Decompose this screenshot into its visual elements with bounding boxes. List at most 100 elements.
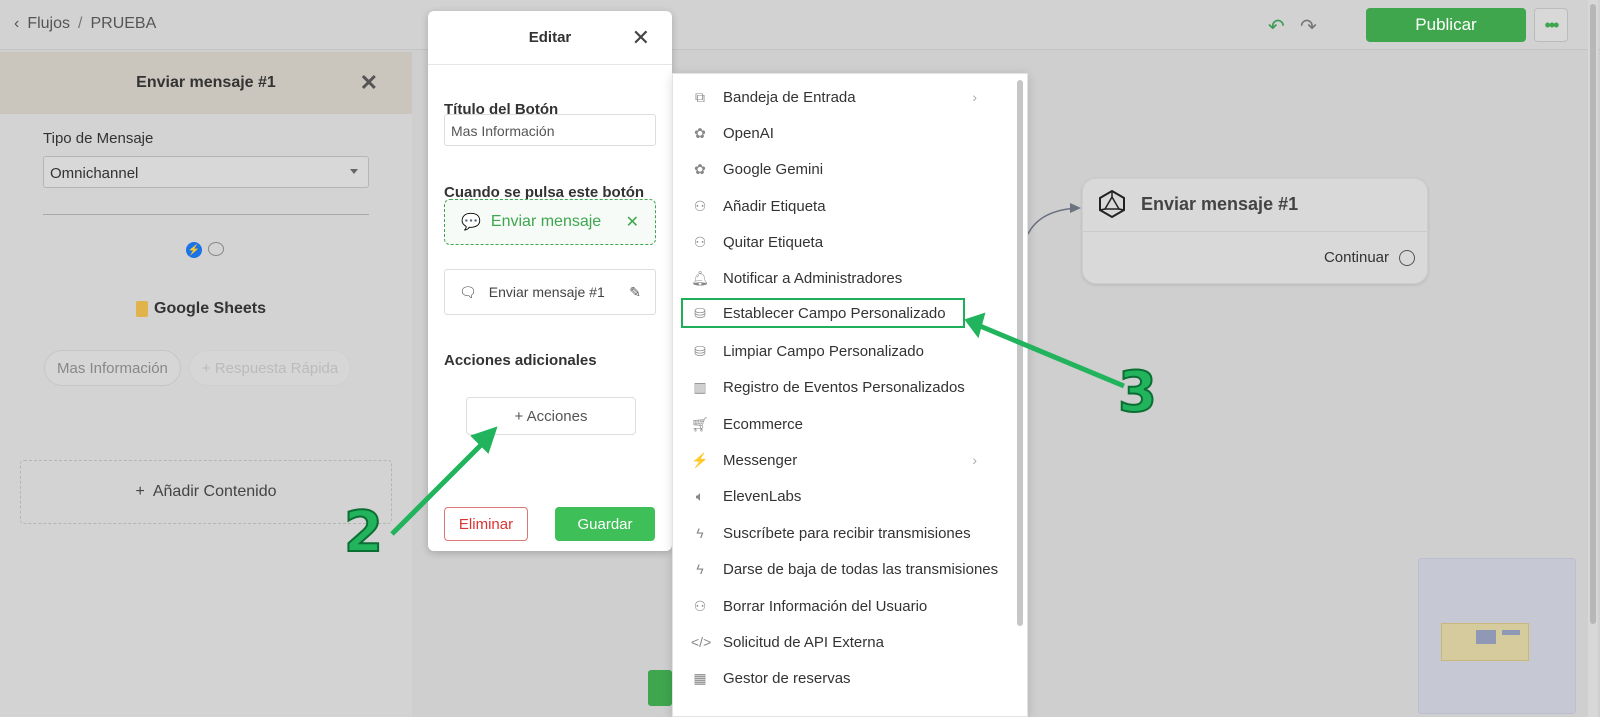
- message-type-value: Omnichannel: [50, 165, 139, 182]
- menu-item-label: Bandeja de Entrada: [723, 88, 856, 106]
- add-actions-button[interactable]: + Acciones: [466, 397, 636, 435]
- page-scrollbar[interactable]: [1588, 0, 1598, 717]
- target-node[interactable]: 🗨 Enviar mensaje #1 ✎: [444, 269, 656, 315]
- selected-action[interactable]: 💬 Enviar mensaje ✕: [444, 199, 656, 245]
- menu-item-anadir-etiqueta[interactable]: ⚇ Añadir Etiqueta: [691, 191, 1011, 221]
- menu-item-label: Limpiar Campo Personalizado: [723, 342, 924, 360]
- menu-item-suscribete-transmisiones[interactable]: ϟ Suscríbete para recibir transmisiones: [691, 518, 1011, 548]
- menu-item-ecommerce[interactable]: 🛒︎ Ecommerce: [691, 409, 1011, 439]
- publish-button[interactable]: Publicar: [1366, 8, 1526, 42]
- menu-item-google-gemini[interactable]: ✿ Google Gemini: [691, 154, 1011, 184]
- modal-header: Editar ✕: [428, 11, 672, 65]
- menu-item-label: Darse de baja de todas las transmisiones: [723, 560, 999, 578]
- bell-icon: 🔔︎: [691, 269, 709, 286]
- breadcrumb: ‹ Flujos / PRUEBA: [14, 15, 156, 33]
- menu-item-label: Quitar Etiqueta: [723, 233, 824, 251]
- menu-item-limpiar-campo-personalizado[interactable]: ⛁ Limpiar Campo Personalizado: [691, 336, 1011, 366]
- quick-reply-chips: Mas Información + Respuesta Rápida: [44, 350, 352, 386]
- google-sheets-block[interactable]: Google Sheets: [136, 300, 266, 318]
- user-tag-icon: ⚇: [693, 233, 707, 250]
- scrollbar-thumb[interactable]: [1590, 4, 1596, 624]
- close-icon[interactable]: ✕: [632, 25, 650, 51]
- close-icon[interactable]: ✕: [360, 70, 378, 96]
- menu-item-messenger[interactable]: ⚡ Messenger ›: [691, 445, 1011, 475]
- user-remove-icon: ⚇: [693, 597, 707, 614]
- menu-item-label: Notificar a Administradores: [723, 269, 903, 287]
- chat-bubbles-icon: 💬: [461, 214, 481, 231]
- breadcrumb-root[interactable]: Flujos: [27, 15, 70, 33]
- divider: [1083, 231, 1429, 232]
- undo-icon[interactable]: ↶: [1268, 14, 1285, 39]
- node-output: Continuar: [1324, 249, 1415, 266]
- chat-bubble-icon: [208, 242, 224, 256]
- minimap-node: [1476, 630, 1496, 644]
- output-port[interactable]: [1399, 249, 1415, 266]
- messenger-icon: ⚡: [186, 242, 202, 258]
- menu-item-label: ElevenLabs: [723, 487, 802, 505]
- more-options-icon[interactable]: •••: [1534, 8, 1568, 42]
- top-bar: ‹ Flujos / PRUEBA ↶ ↷ Publicar •••: [0, 0, 1600, 50]
- bolt-icon: ϟ: [696, 561, 704, 577]
- menu-item-label: OpenAI: [723, 124, 774, 142]
- pencil-icon[interactable]: ✎: [629, 284, 641, 301]
- breadcrumb-separator: /: [78, 15, 83, 32]
- user-tag-icon: ⚇: [693, 197, 707, 214]
- button-title-input[interactable]: Mas Información: [444, 114, 656, 146]
- menu-item-label: Añadir Etiqueta: [723, 197, 826, 215]
- google-sheets-label: Google Sheets: [154, 300, 267, 317]
- menu-scrollbar[interactable]: [1017, 80, 1023, 626]
- edit-button-modal: Editar ✕ Título del Botón Mas Informació…: [428, 11, 672, 551]
- add-quick-reply-chip[interactable]: + Respuesta Rápida: [188, 350, 352, 386]
- cart-icon: 🛒︎: [691, 415, 709, 432]
- database-icon: ⛁: [694, 304, 706, 321]
- menu-item-label: Google Gemini: [723, 160, 824, 178]
- gemini-icon: ✿: [694, 160, 706, 177]
- target-node-label: Enviar mensaje #1: [488, 284, 605, 300]
- chevron-left-icon[interactable]: ‹: [14, 15, 19, 33]
- canvas-node-stub[interactable]: [648, 670, 672, 706]
- breadcrumb-current: PRUEBA: [90, 15, 157, 32]
- add-content-label: Añadir Contenido: [152, 483, 277, 500]
- annotation-step-3: 3: [1117, 359, 1158, 426]
- bar-chart-icon: ▥: [693, 378, 707, 395]
- node-output-label: Continuar: [1323, 249, 1389, 266]
- button-chip[interactable]: Mas Información: [44, 350, 181, 386]
- flow-node[interactable]: Enviar mensaje #1 Continuar: [1082, 178, 1429, 284]
- node-polyhedron-icon: [1099, 189, 1125, 219]
- menu-item-borrar-informacion[interactable]: ⚇ Borrar Información del Usuario: [691, 591, 1011, 621]
- menu-item-elevenlabs[interactable]: 🔈︎ ElevenLabs: [691, 481, 1011, 511]
- redo-icon[interactable]: ↷: [1300, 14, 1317, 39]
- messenger-icon: ⚡: [691, 451, 709, 468]
- caret-down-icon: [350, 169, 358, 174]
- menu-item-establecer-campo-personalizado[interactable]: ⛁ Establecer Campo Personalizado: [681, 298, 965, 328]
- actions-menu: ⧉ Bandeja de Entrada › ✿ OpenAI ✿ Google…: [672, 73, 1028, 717]
- message-type-select[interactable]: Omnichannel: [43, 156, 369, 188]
- panel-header: Enviar mensaje #1 ✕: [0, 52, 412, 114]
- save-button[interactable]: Guardar: [555, 507, 655, 541]
- add-content-button[interactable]: + Añadir Contenido: [20, 460, 392, 524]
- document-icon: [136, 301, 148, 317]
- menu-item-label: Borrar Información del Usuario: [723, 597, 928, 615]
- menu-item-api-externa[interactable]: </> Solicitud de API Externa: [691, 627, 1011, 657]
- menu-item-label: Ecommerce: [723, 415, 804, 433]
- message-type-label: Tipo de Mensaje: [43, 130, 154, 147]
- annotation-step-2: 2: [343, 499, 384, 566]
- menu-item-darse-de-baja[interactable]: ϟ Darse de baja de todas las transmision…: [691, 554, 1011, 584]
- plus-icon: +: [135, 483, 145, 500]
- inbox-chat-icon: ⧉: [695, 88, 705, 105]
- minimap[interactable]: [1418, 558, 1576, 714]
- delete-button[interactable]: Eliminar: [444, 507, 528, 541]
- node-title: Enviar mensaje #1: [1141, 193, 1299, 214]
- chevron-right-icon: ›: [972, 452, 977, 468]
- remove-action-icon[interactable]: ✕: [626, 212, 639, 232]
- minimap-node: [1502, 630, 1520, 635]
- menu-item-gestor-reservas[interactable]: ▦ Gestor de reservas: [691, 663, 1011, 693]
- menu-item-bandeja-de-entrada[interactable]: ⧉ Bandeja de Entrada ›: [691, 82, 1011, 112]
- menu-item-notificar-administradores[interactable]: 🔔︎ Notificar a Administradores: [691, 263, 1011, 293]
- chat-bubble-icon: 🗨: [459, 283, 477, 300]
- menu-item-registro-eventos[interactable]: ▥ Registro de Eventos Personalizados: [691, 372, 1011, 402]
- message-editor-panel: Enviar mensaje #1 ✕ Tipo de Mensaje Omni…: [0, 52, 412, 717]
- menu-item-openai[interactable]: ✿ OpenAI: [691, 118, 1011, 148]
- speaker-icon: 🔈︎: [695, 487, 705, 504]
- menu-item-quitar-etiqueta[interactable]: ⚇ Quitar Etiqueta: [691, 227, 1011, 257]
